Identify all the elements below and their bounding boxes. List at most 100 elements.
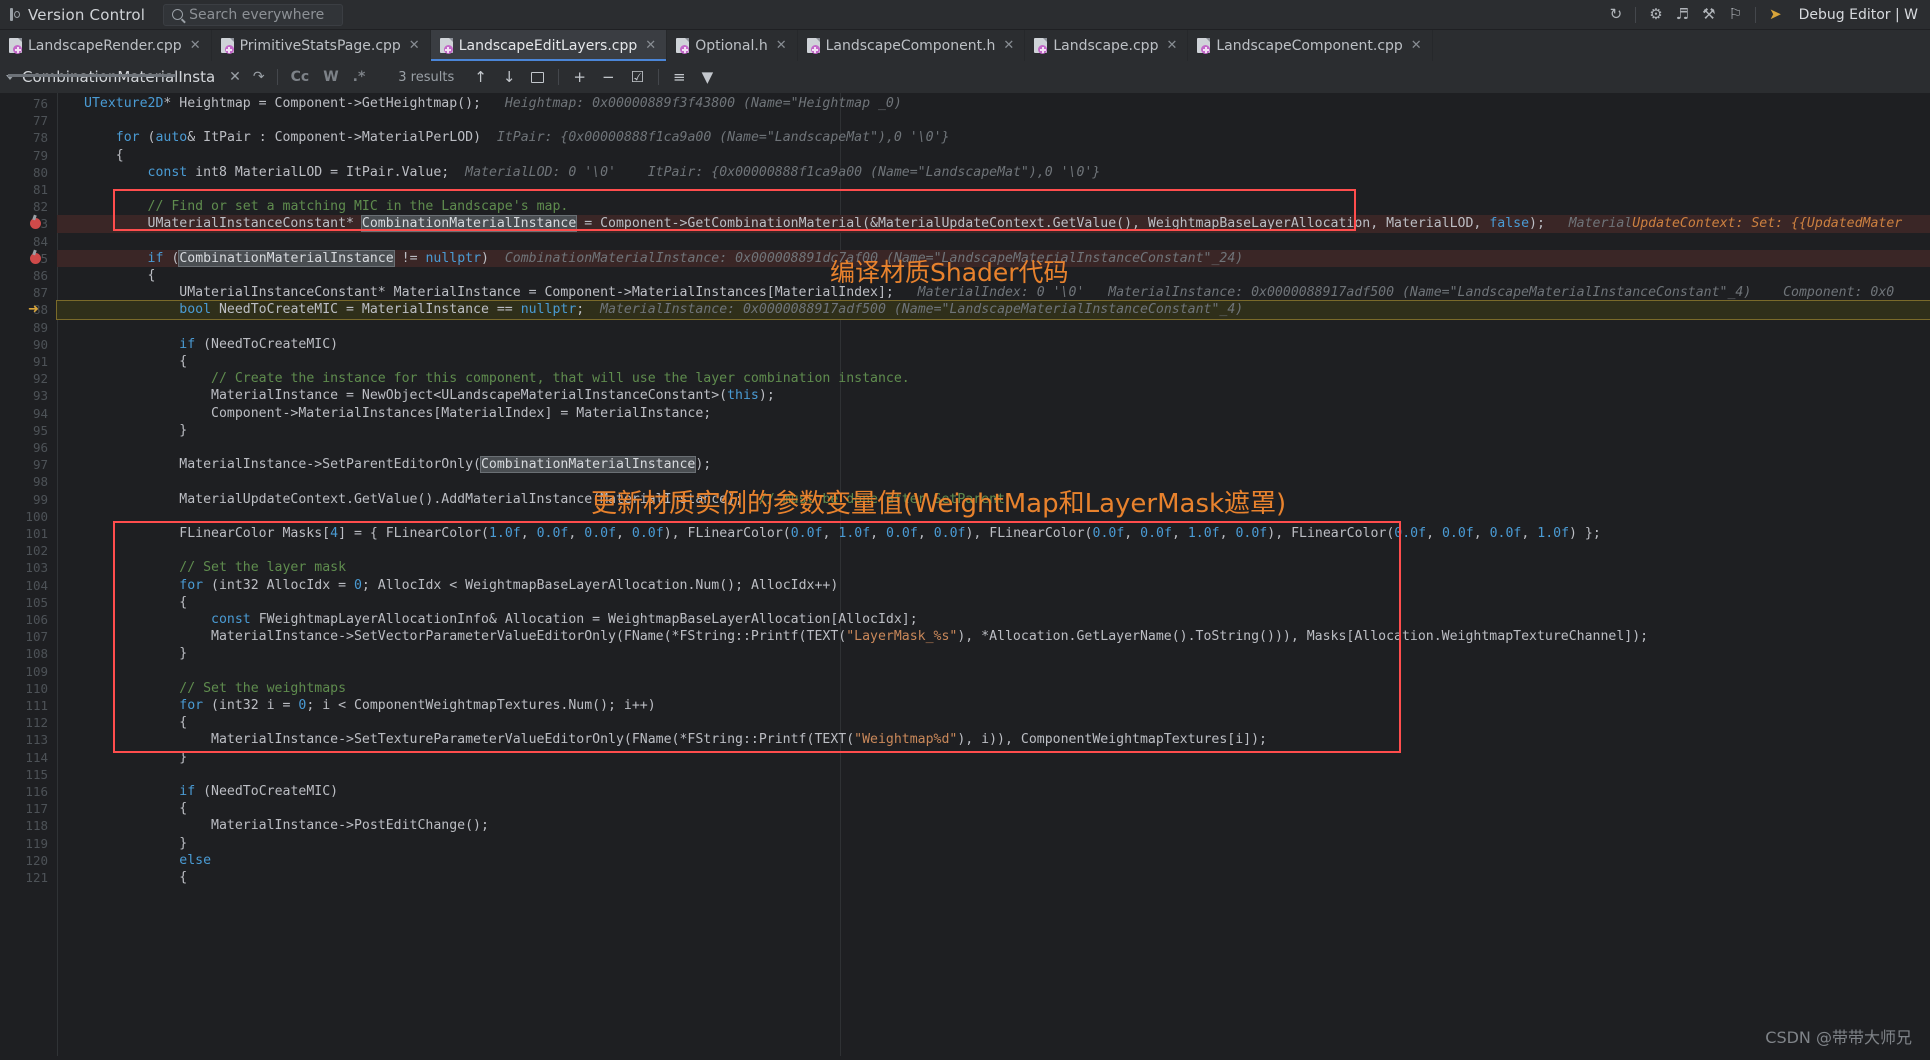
- code-line[interactable]: 89: [0, 319, 1930, 336]
- code-line[interactable]: 81: [0, 181, 1930, 198]
- code-line[interactable]: 90 if (NeedToCreateMIC): [0, 336, 1930, 353]
- coverage-icon[interactable]: ⚐: [1729, 7, 1742, 22]
- code-line[interactable]: 77: [0, 112, 1930, 129]
- remove-occurrence-icon[interactable]: −: [596, 68, 621, 86]
- close-icon[interactable]: ✕: [225, 69, 245, 85]
- code-line[interactable]: 119 }: [0, 835, 1930, 852]
- code-line[interactable]: 118 MaterialInstance->PostEditChange();: [0, 817, 1930, 834]
- filter-icon[interactable]: ≡: [667, 68, 692, 86]
- regex-toggle[interactable]: .*: [348, 69, 371, 85]
- code-line[interactable]: 104 for (int32 AllocIdx = 0; AllocIdx < …: [0, 577, 1930, 594]
- code-line[interactable]: 107 MaterialInstance->SetVectorParameter…: [0, 628, 1930, 645]
- line-number: 96: [32, 440, 48, 455]
- breakpoint-icon[interactable]: [30, 252, 41, 264]
- code-text: for (auto& ItPair : Component->MaterialP…: [115, 130, 950, 146]
- version-control-icon: [8, 7, 22, 23]
- code-line[interactable]: 83 UMaterialInstanceConstant* Combinatio…: [0, 215, 1930, 233]
- find-input[interactable]: CombinationMaterialInsta: [18, 65, 222, 89]
- code-line[interactable]: 106 const FWeightmapLayerAllocationInfo&…: [0, 611, 1930, 628]
- arrow-down-icon[interactable]: ↓: [497, 68, 522, 86]
- code-line[interactable]: 114 }: [0, 749, 1930, 766]
- code-line[interactable]: 109: [0, 663, 1930, 680]
- version-control-label[interactable]: Version Control: [28, 6, 145, 24]
- code-text: if (NeedToCreateMIC): [179, 336, 339, 352]
- editor-tab-label: Optional.h: [695, 37, 768, 54]
- funnel-icon[interactable]: ▼: [696, 68, 720, 86]
- code-line[interactable]: 112 {: [0, 714, 1930, 731]
- code-line[interactable]: 102: [0, 542, 1930, 559]
- code-line[interactable]: 108 }: [0, 645, 1930, 662]
- cpp-file-icon: [676, 38, 690, 54]
- history-icon[interactable]: ↷: [249, 69, 269, 85]
- line-number: 115: [25, 766, 48, 782]
- code-line[interactable]: 115: [0, 766, 1930, 783]
- words-toggle[interactable]: W: [318, 69, 343, 85]
- editor-tab-6[interactable]: LandscapeComponent.cpp ✕: [1188, 30, 1433, 61]
- editor-tab-1[interactable]: PrimitiveStatsPage.cpp ✕: [212, 30, 431, 61]
- code-line[interactable]: 116 if (NeedToCreateMIC): [0, 783, 1930, 800]
- refresh-icon[interactable]: ↻: [1610, 7, 1623, 22]
- tab-close-icon[interactable]: ✕: [1411, 38, 1422, 53]
- select-occurrences-icon[interactable]: ☑: [625, 68, 650, 86]
- editor-tab-label: LandscapeRender.cpp: [28, 37, 182, 54]
- code-line[interactable]: 121 {: [0, 869, 1930, 886]
- annotation-shader-text: 编译材质Shader代码: [830, 258, 1069, 287]
- debug-config-label[interactable]: Debug Editor | W: [1799, 7, 1918, 23]
- editor-tab-4[interactable]: LandscapeComponent.h ✕: [798, 30, 1026, 61]
- code-line[interactable]: 92 // Create the instance for this compo…: [0, 370, 1930, 387]
- line-number: 97: [32, 457, 48, 473]
- code-line[interactable]: 101 FLinearColor Masks[4] = { FLinearCol…: [0, 525, 1930, 542]
- code-line[interactable]: 111 for (int32 i = 0; i < ComponentWeigh…: [0, 697, 1930, 714]
- code-line[interactable]: 88 ➜ bool NeedToCreateMIC = MaterialInsta…: [0, 301, 1930, 318]
- code-line[interactable]: 110 // Set the weightmaps: [0, 680, 1930, 697]
- run-debug-icon[interactable]: ♬: [1676, 7, 1689, 22]
- tab-close-icon[interactable]: ✕: [409, 38, 420, 53]
- add-occurrence-icon[interactable]: +: [567, 68, 592, 86]
- code-editor[interactable]: 76 UTexture2D* Heightmap = Component->Get…: [0, 93, 1930, 1056]
- code-line[interactable]: 120 else: [0, 852, 1930, 869]
- code-line[interactable]: 76 UTexture2D* Heightmap = Component->Get…: [0, 95, 1930, 112]
- line-number: 78: [32, 130, 48, 146]
- match-case-toggle[interactable]: Cc: [286, 69, 315, 85]
- tab-close-icon[interactable]: ✕: [776, 38, 787, 53]
- step-icon[interactable]: ➤: [1769, 7, 1782, 22]
- editor-tab-5[interactable]: Landscape.cpp ✕: [1025, 30, 1189, 61]
- code-line[interactable]: 95 }: [0, 422, 1930, 439]
- code-line[interactable]: 103 // Set the layer mask: [0, 559, 1930, 576]
- tab-close-icon[interactable]: ✕: [1166, 38, 1177, 53]
- search-everywhere-field[interactable]: Search everywhere: [163, 3, 344, 26]
- code-line[interactable]: 97 MaterialInstance->SetParentEditorOnly…: [0, 456, 1930, 474]
- code-line[interactable]: 94 Component->MaterialInstances[Material…: [0, 405, 1930, 422]
- code-line[interactable]: 96: [0, 439, 1930, 456]
- code-text: MaterialInstance->SetVectorParameterValu…: [84, 629, 1649, 645]
- line-number: 103: [25, 560, 48, 576]
- line-number: 106: [25, 612, 48, 627]
- code-line[interactable]: 117 {: [0, 800, 1930, 817]
- code-line[interactable]: 91 {: [0, 353, 1930, 370]
- code-line[interactable]: 80 const int8 MaterialLOD = ItPair.Value…: [0, 164, 1930, 181]
- tab-close-icon[interactable]: ✕: [1003, 38, 1014, 53]
- settings-run-icon[interactable]: ⚙: [1649, 7, 1662, 22]
- code-line[interactable]: 105 {: [0, 594, 1930, 611]
- code-line[interactable]: 84: [0, 233, 1930, 250]
- editor-tab-label: Landscape.cpp: [1053, 37, 1159, 54]
- find-divider-2: [558, 69, 560, 85]
- code-line[interactable]: 82 // Find or set a matching MIC in the …: [0, 198, 1930, 215]
- tab-close-icon[interactable]: ✕: [645, 38, 656, 53]
- code-text: {: [84, 870, 188, 885]
- code-text: UMaterialInstanceConstant* CombinationMa…: [84, 215, 1903, 233]
- profiler-icon[interactable]: ⚒: [1702, 7, 1715, 22]
- arrow-up-icon[interactable]: ↑: [468, 68, 493, 86]
- code-line[interactable]: 78 for (auto& ItPair : Component->Materi…: [0, 129, 1930, 146]
- editor-tab-0[interactable]: LandscapeRender.cpp ✕: [0, 30, 212, 61]
- editor-tab-2[interactable]: LandscapeEditLayers.cpp ✕: [430, 30, 668, 61]
- code-line[interactable]: 93 MaterialInstance = NewObject<ULandsca…: [0, 387, 1930, 404]
- code-line[interactable]: 113 MaterialInstance->SetTextureParamete…: [0, 731, 1930, 748]
- code-content[interactable]: 76 UTexture2D* Heightmap = Component->Get…: [0, 93, 1930, 1056]
- code-text: UTexture2D* Heightmap = Component->GetHe…: [84, 96, 902, 111]
- select-all-icon[interactable]: [531, 71, 545, 83]
- tab-close-icon[interactable]: ✕: [190, 38, 201, 53]
- code-line[interactable]: 79 {: [0, 147, 1930, 164]
- line-number: 108: [25, 646, 48, 662]
- editor-tab-3[interactable]: Optional.h ✕: [667, 30, 798, 61]
